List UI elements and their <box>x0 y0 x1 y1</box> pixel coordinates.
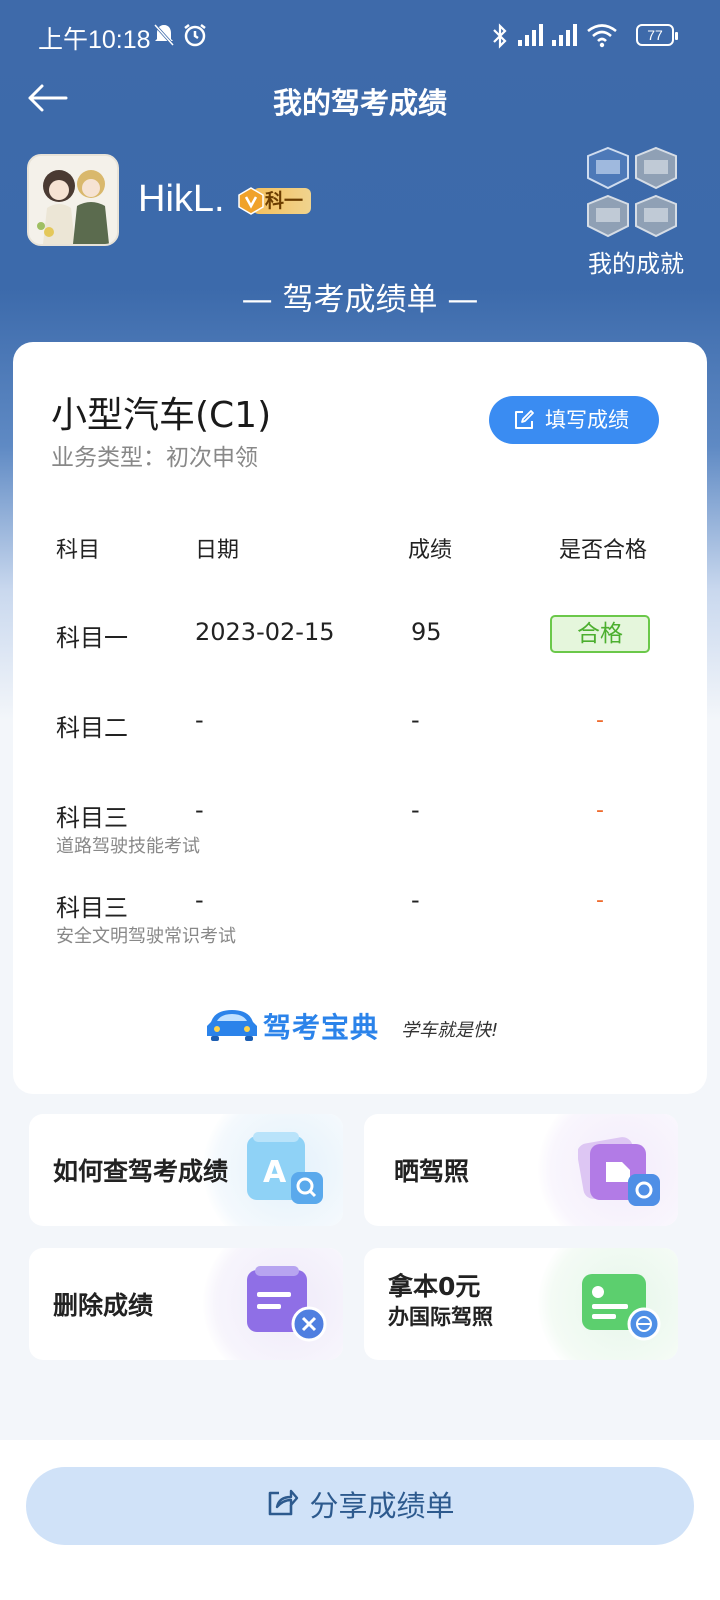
tile-label-line1: 拿本0元 <box>388 1272 481 1301</box>
battery-indicator: 77 <box>636 24 678 46</box>
row-subtitle: 道路驾驶技能考试 <box>56 836 200 857</box>
header-date: 日期 <box>195 538 240 563</box>
score-card: 小型汽车(C1) 业务类型：初次申领 填写成绩 科目 日期 成绩 是否合格 科目… <box>13 342 707 1094</box>
pass-badge: 合格 <box>550 615 650 653</box>
bottom-bar: 分享成绩单 <box>0 1440 720 1600</box>
share-report-button[interactable]: 分享成绩单 <box>26 1467 694 1545</box>
car-logo-icon <box>207 1010 257 1041</box>
brand-name: 驾考宝典 <box>263 1011 380 1044</box>
signal-icon <box>518 24 543 46</box>
row-pass: - <box>596 708 604 733</box>
mute-bell-icon <box>153 23 175 47</box>
tile-label: 如何查驾考成绩 <box>53 1157 229 1186</box>
share-icon <box>269 1489 299 1516</box>
row-pass: - <box>596 888 604 913</box>
svg-text:A: A <box>263 1155 287 1190</box>
row-score: - <box>411 706 420 734</box>
document-search-icon: A <box>247 1132 323 1204</box>
tile-delete-score[interactable]: 删除成绩 <box>29 1248 343 1360</box>
row-score: 95 <box>411 618 442 646</box>
hexagon-v-icon <box>238 187 264 215</box>
row-subtitle: 安全文明驾驶常识考试 <box>56 926 236 947</box>
header-score: 成绩 <box>408 538 453 563</box>
delete-record-icon <box>247 1266 327 1342</box>
row-date: - <box>195 796 204 824</box>
header-subject: 科目 <box>56 538 101 563</box>
row-pass: - <box>596 798 604 823</box>
row-subject: 科目二 <box>56 714 128 742</box>
edit-icon <box>515 410 534 429</box>
row-date: - <box>195 706 204 734</box>
brand-slogan: 学车就是快! <box>401 1020 499 1041</box>
signal-icon-2 <box>552 24 577 46</box>
row-subject: 科目三 <box>56 894 128 922</box>
photo-share-icon <box>578 1137 660 1206</box>
row-date: - <box>195 886 204 914</box>
tile-international-license[interactable]: 拿本0元 办国际驾照 <box>364 1248 678 1360</box>
international-license-icon <box>582 1274 661 1341</box>
fill-score-button[interactable]: 填写成绩 <box>489 396 659 444</box>
brand-logo: 驾考宝典 学车就是快! <box>205 1002 525 1054</box>
share-label: 分享成绩单 <box>309 1489 455 1523</box>
row-subject: 科目三 <box>56 804 128 832</box>
bluetooth-icon <box>493 23 507 49</box>
alarm-icon <box>184 24 206 47</box>
page-title: 我的驾考成绩 <box>272 86 447 120</box>
header-pass: 是否合格 <box>559 538 648 563</box>
wifi-icon <box>587 24 617 48</box>
row-date: 2023-02-15 <box>195 618 335 646</box>
fill-score-label: 填写成绩 <box>545 408 629 432</box>
status-bar: 上午10:18 77 <box>0 0 720 72</box>
level-badge: 科一 <box>237 185 313 217</box>
row-score: - <box>411 796 420 824</box>
achievement-badges-icon[interactable] <box>584 146 684 240</box>
tile-label: 删除成绩 <box>53 1291 154 1320</box>
tile-share-license[interactable]: 晒驾照 <box>364 1114 678 1226</box>
tile-label: 晒驾照 <box>394 1157 470 1186</box>
row-score: - <box>411 886 420 914</box>
tile-label-multiline: 拿本0元 办国际驾照 <box>388 1272 493 1332</box>
vehicle-type: 小型汽车(C1) <box>51 395 272 436</box>
tile-how-to-check-score[interactable]: 如何查驾考成绩 A <box>29 1114 343 1226</box>
business-type: 业务类型：初次申领 <box>51 445 258 471</box>
status-time: 上午10:18 <box>38 26 151 54</box>
username: HikL. <box>138 178 225 220</box>
report-sheet-title: — 驾考成绩单 — <box>241 282 479 318</box>
avatar[interactable] <box>27 154 119 246</box>
tile-label-line2: 办国际驾照 <box>388 1305 493 1329</box>
row-subject: 科目一 <box>56 624 128 652</box>
